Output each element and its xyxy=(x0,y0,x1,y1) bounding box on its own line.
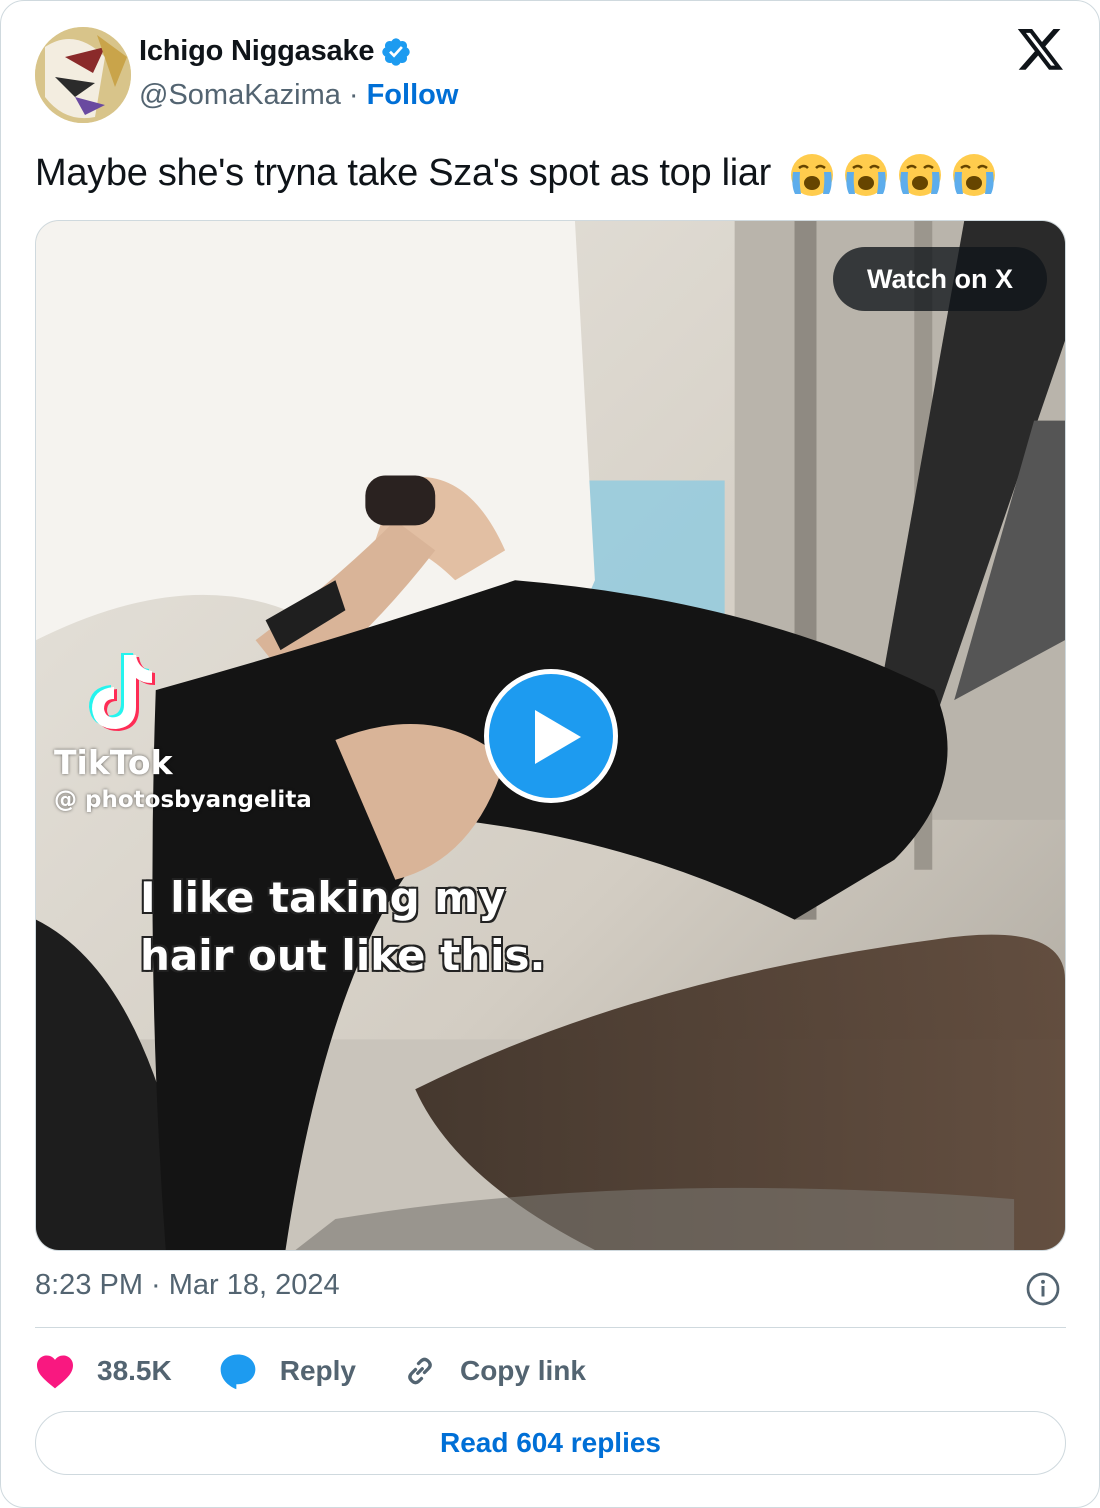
like-button[interactable]: 38.5K xyxy=(35,1353,172,1389)
loudly-crying-face-icon xyxy=(899,153,942,196)
copy-link-button[interactable]: Copy link xyxy=(402,1353,586,1389)
verified-badge-icon xyxy=(382,37,410,66)
tweet-timestamp[interactable]: 8:23 PM · Mar 18, 2024 xyxy=(35,1269,340,1302)
copy-link-label: Copy link xyxy=(459,1355,586,1386)
tweet-text: Maybe she's tryna take Sza's spot as top… xyxy=(35,147,1075,200)
follow-link[interactable]: Follow xyxy=(367,79,459,112)
read-replies-button[interactable]: Read 604 replies xyxy=(35,1411,1066,1475)
emoji-group xyxy=(787,150,999,200)
tiktok-logo-icon xyxy=(89,653,155,731)
play-icon xyxy=(535,710,581,764)
reply-button[interactable]: Reply xyxy=(218,1352,356,1390)
reply-bubble-icon xyxy=(220,1354,256,1390)
tweet-embed-card: Ichigo Niggasake @SomaKazima · Follow Ma… xyxy=(0,0,1100,1508)
loudly-crying-face-icon xyxy=(791,153,834,196)
loudly-crying-face-icon xyxy=(953,153,996,196)
tweet-text-body: Maybe she's tryna take Sza's spot as top… xyxy=(35,152,772,194)
footer-divider xyxy=(35,1327,1066,1328)
video-media[interactable]: Watch on X TikTok @ photosbyangelita I l… xyxy=(35,220,1066,1251)
action-bar: 38.5K Reply Copy link xyxy=(35,1345,632,1397)
author-name[interactable]: Ichigo Niggasake xyxy=(139,35,375,68)
author-name-row: Ichigo Niggasake xyxy=(139,35,412,68)
loudly-crying-face-icon xyxy=(845,153,888,196)
author-handle-row: @SomaKazima · Follow xyxy=(139,79,458,112)
heart-icon xyxy=(37,1355,73,1389)
x-logo-icon[interactable] xyxy=(1017,29,1065,73)
watch-on-x-button[interactable]: Watch on X xyxy=(833,247,1047,311)
like-count: 38.5K xyxy=(97,1355,172,1386)
link-icon xyxy=(408,1357,432,1385)
tiktok-username: @ photosbyangelita xyxy=(54,787,312,813)
reply-label: Reply xyxy=(279,1355,356,1386)
separator-dot: · xyxy=(348,79,359,111)
play-button[interactable] xyxy=(484,669,618,803)
video-caption: I like taking my hair out like this. xyxy=(140,873,546,980)
info-icon[interactable] xyxy=(1025,1271,1061,1307)
tiktok-brand: TikTok xyxy=(54,743,173,782)
author-avatar[interactable] xyxy=(35,27,131,123)
author-handle[interactable]: @SomaKazima xyxy=(139,79,341,112)
